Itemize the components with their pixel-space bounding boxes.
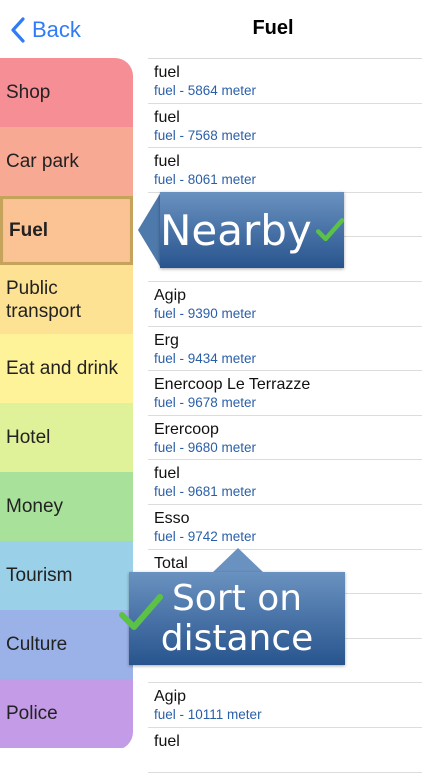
category-label: Shop: [6, 82, 51, 103]
item-detail: fuel - 9390 meter: [154, 305, 257, 321]
list-item[interactable]: fuel fuel - 9681 meter: [148, 460, 422, 505]
item-name: Total: [154, 554, 188, 572]
category-label: Money: [6, 496, 64, 517]
checkmark-icon: [119, 594, 163, 630]
sort-callout-pointer: [212, 548, 264, 573]
item-detail: fuel - 7568 meter: [154, 127, 257, 143]
category-label: Hotel: [6, 427, 51, 448]
item-detail: fuel - 5864 meter: [154, 83, 257, 98]
category-culture[interactable]: Culture: [0, 610, 133, 679]
category-hotel[interactable]: Hotel: [0, 403, 133, 472]
item-name: Erg: [154, 331, 179, 349]
category-money[interactable]: Money: [0, 472, 133, 541]
list-item[interactable]: Esso fuel - 9742 meter: [148, 505, 422, 550]
item-name: Agip: [154, 688, 187, 706]
header-left: Back: [0, 0, 148, 58]
category-label: Car park: [6, 151, 79, 172]
list-item[interactable]: fuel: [148, 728, 422, 773]
item-detail: fuel - 9434 meter: [154, 350, 257, 366]
item-detail: fuel - 9680 meter: [154, 439, 257, 455]
list-item[interactable]: Agip fuel - 9390 meter: [148, 282, 422, 327]
category-label: Public transport: [6, 277, 81, 322]
category-label: Police: [6, 703, 58, 724]
item-name: Enercoop Le Terrazze: [154, 376, 311, 394]
category-police[interactable]: Police: [0, 679, 133, 748]
list-item[interactable]: Erg fuel - 9434 meter: [148, 327, 422, 372]
item-detail: fuel - 9742 meter: [154, 528, 257, 544]
item-name: fuel: [154, 64, 180, 81]
category-label: Eat and drink: [6, 358, 118, 379]
checkmark-icon: [315, 218, 344, 242]
category-label: Culture: [6, 634, 68, 655]
list-item[interactable]: fuel fuel - 7568 meter: [148, 104, 422, 149]
list-item[interactable]: Erercoop fuel - 9680 meter: [148, 416, 422, 461]
list-item[interactable]: Agip fuel - 10111 meter: [148, 683, 422, 728]
item-name: Erercoop: [154, 420, 219, 438]
item-detail: fuel - 9681 meter: [154, 484, 257, 500]
category-tourism[interactable]: Tourism: [0, 541, 133, 610]
category-public-transport[interactable]: Public transport: [0, 265, 133, 334]
nearby-callout-text: Nearby: [160, 205, 312, 255]
back-button[interactable]: Back: [10, 14, 81, 46]
list-item[interactable]: fuel fuel - 5864 meter: [148, 59, 422, 104]
item-name: Agip: [154, 286, 187, 304]
item-detail: fuel - 9678 meter: [154, 395, 257, 411]
navigation-bar: Fuel: [148, 0, 422, 59]
item-name: fuel: [154, 108, 180, 126]
item-name: fuel: [154, 465, 180, 483]
category-label: Fuel: [9, 220, 49, 241]
category-fuel[interactable]: Fuel: [0, 196, 133, 265]
item-detail: fuel - 10111 meter: [154, 707, 262, 723]
category-shop[interactable]: Shop: [0, 58, 133, 127]
item-detail: fuel - 8061 meter: [154, 172, 257, 188]
chevron-left-icon: [11, 17, 25, 43]
category-label: Tourism: [6, 565, 73, 586]
results-list[interactable]: fuel fuel - 5864 meter fuel fuel - 7568 met…: [148, 59, 422, 773]
category-eat-and-drink[interactable]: Eat and drink: [0, 334, 133, 403]
list-item[interactable]: fuel fuel - 8061 meter: [148, 148, 422, 193]
item-name: fuel: [154, 153, 180, 171]
back-label: Back: [32, 17, 81, 42]
category-car-park[interactable]: Car park: [0, 127, 133, 196]
nearby-callout-pointer: [138, 192, 161, 268]
item-name: fuel: [154, 732, 180, 750]
category-sidebar: Shop Car park Fuel Public transport Eat and …: [0, 58, 133, 750]
list-item[interactable]: Enercoop Le Terrazze fuel - 9678 meter: [148, 371, 422, 416]
nearby-callout: Nearby: [160, 192, 344, 268]
page-title: Fuel: [252, 17, 294, 39]
item-name: Esso: [154, 509, 190, 527]
